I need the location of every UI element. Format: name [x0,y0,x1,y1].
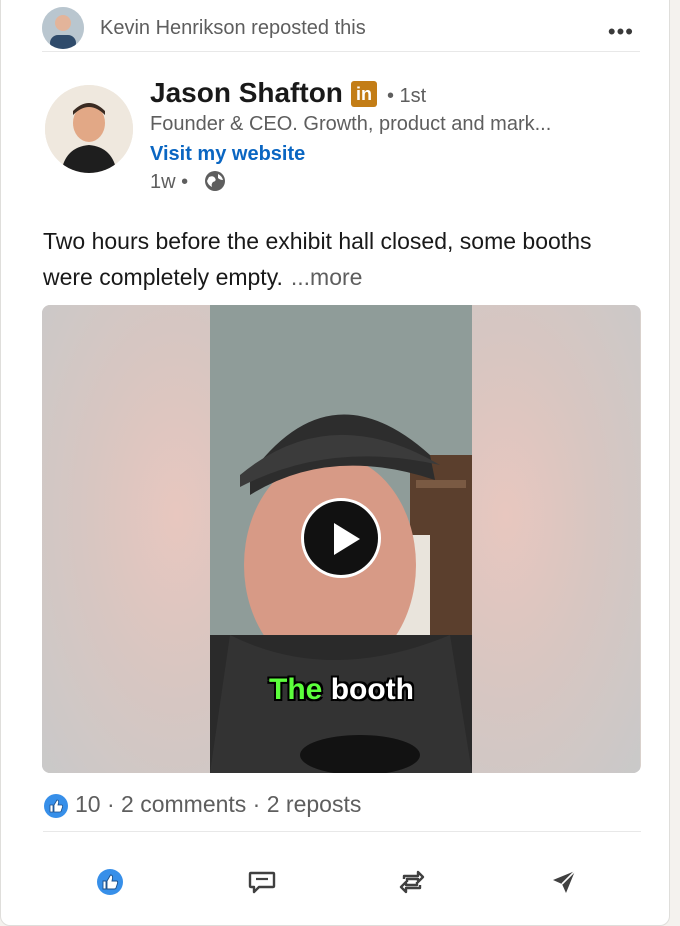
post-text: Two hours before the exhibit hall closed… [43,223,633,295]
repost-header: Kevin Henrikson reposted this ••• [42,7,640,52]
see-more-link[interactable]: ...more [291,264,363,290]
comment-icon[interactable] [247,867,277,897]
author-headline: Founder & CEO. Growth, product and mark.… [150,113,552,135]
author-name[interactable]: Jason Shafton [150,77,343,109]
repost-icon[interactable] [397,867,427,897]
author-avatar[interactable] [45,85,133,173]
social-counts: 10 · 2 comments · 2 reposts [43,791,641,832]
author-block: Jason Shafton in • 1st Founder & CEO. Gr… [45,77,641,205]
reaction-comment-repost-summary[interactable]: 10 · 2 comments · 2 reposts [75,791,361,818]
send-icon[interactable] [549,867,579,897]
connection-degree: • 1st [387,85,427,107]
feed-post-card: Kevin Henrikson reposted this ••• Jason … [0,0,670,926]
caption-highlight: The [269,673,323,706]
caption-text: booth [330,673,414,706]
globe-icon [205,171,225,191]
reposter-avatar[interactable] [42,7,84,49]
post-time: 1w • [150,171,189,193]
repost-text: Kevin Henrikson reposted this [100,17,366,39]
action-bar [1,857,671,917]
like-reaction-icon [44,794,68,818]
play-icon[interactable] [301,498,381,578]
ellipsis-icon[interactable]: ••• [608,19,634,45]
linkedin-premium-icon: in [351,81,377,107]
video-caption: The booth [42,673,641,707]
video-player[interactable]: The booth [42,305,641,773]
visit-website-link[interactable]: Visit my website [150,143,305,166]
like-icon[interactable] [95,867,125,897]
